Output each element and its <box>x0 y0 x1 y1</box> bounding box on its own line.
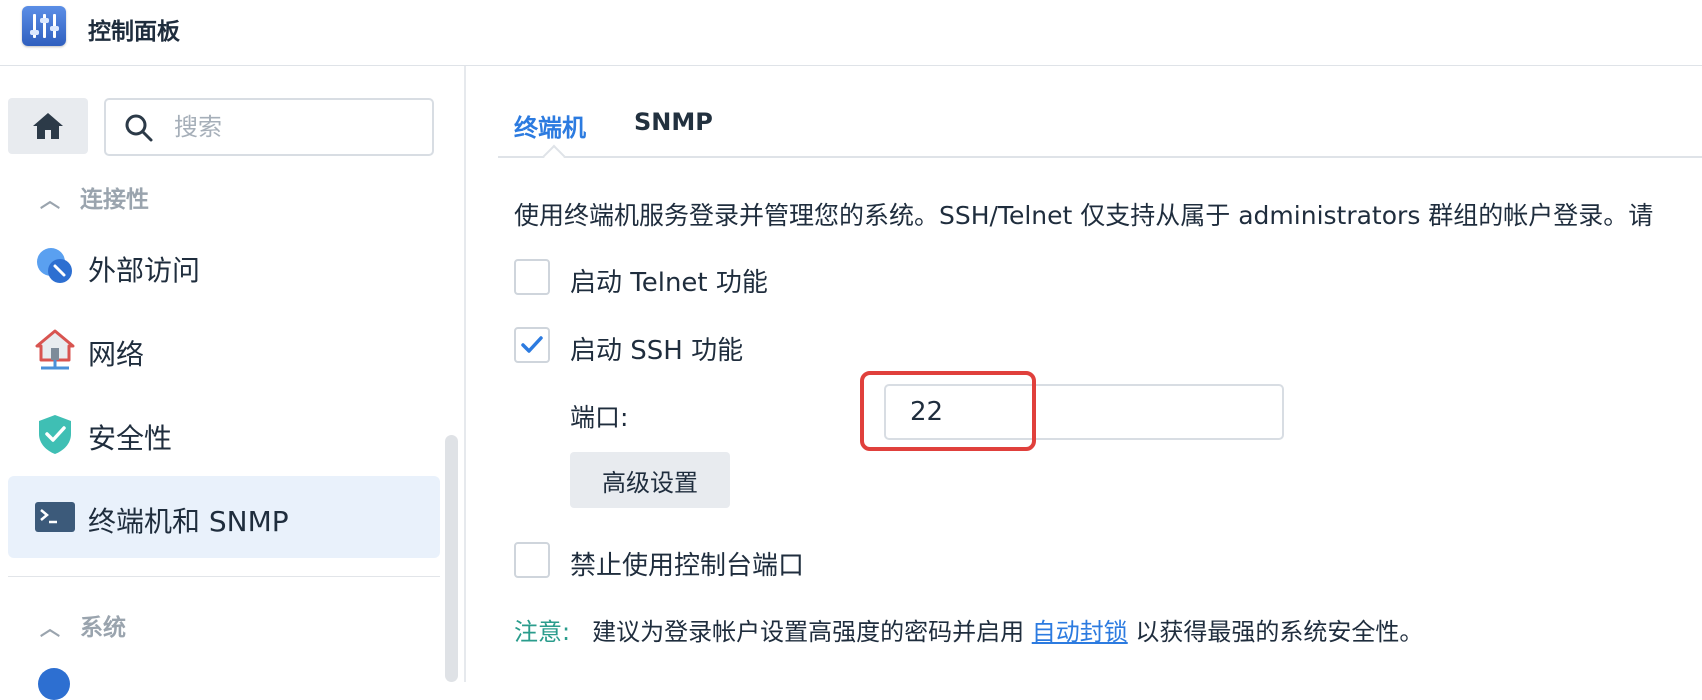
info-center-icon <box>38 668 70 700</box>
sidebar-item-security[interactable]: 安全性 <box>8 393 440 475</box>
tab-bar: 终端机 SNMP <box>498 66 1702 158</box>
note-text-end: 以获得最强的系统安全性。 <box>1127 618 1424 646</box>
telnet-checkbox[interactable] <box>514 259 550 295</box>
search-box[interactable] <box>104 98 434 156</box>
section-connectivity[interactable]: ︿ 连接性 <box>40 180 149 214</box>
chevron-up-icon: ︿ <box>40 188 60 212</box>
terminal-icon <box>35 502 75 532</box>
section-label: 系统 <box>80 615 126 641</box>
tab-terminal[interactable]: 终端机 <box>514 108 586 143</box>
console-port-checkbox[interactable] <box>514 542 550 578</box>
tab-underline <box>498 156 1702 158</box>
control-panel-icon <box>22 6 66 46</box>
search-input[interactable] <box>172 110 416 144</box>
port-label: 端口: <box>570 403 629 432</box>
chevron-up-icon: ︿ <box>40 616 60 640</box>
sidebar-scrollbar[interactable] <box>445 435 458 682</box>
sidebar-item-external-access[interactable]: 外部访问 <box>8 225 440 307</box>
tab-snmp[interactable]: SNMP <box>634 108 713 136</box>
telnet-label[interactable]: 启动 Telnet 功能 <box>570 262 768 299</box>
sidebar-item-label: 安全性 <box>88 422 173 455</box>
title-bar: 控制面板 <box>0 0 1702 66</box>
home-button[interactable] <box>8 98 88 154</box>
home-icon <box>33 113 63 139</box>
section-label: 连接性 <box>80 187 149 213</box>
external-access-icon <box>37 248 72 283</box>
port-highlight-box <box>860 371 1036 451</box>
sidebar-separator <box>8 576 440 577</box>
advanced-settings-button[interactable]: 高级设置 <box>570 452 730 508</box>
auto-block-link[interactable]: 自动封锁 <box>1032 618 1128 646</box>
note-text: 建议为登录帐户设置高强度的密码并启用 <box>592 618 1032 646</box>
sidebar-item-label: 外部访问 <box>88 254 201 287</box>
ssh-label[interactable]: 启动 SSH 功能 <box>570 330 743 367</box>
sidebar-item-network[interactable]: 网络 <box>8 309 440 391</box>
ssh-checkbox[interactable] <box>514 327 550 363</box>
checkmark-icon <box>521 336 543 353</box>
shield-icon <box>39 415 71 454</box>
sidebar-item-label: 网络 <box>88 338 145 371</box>
description-text: 使用终端机服务登录并管理您的系统。SSH/Telnet 仅支持从属于 admin… <box>514 201 1654 230</box>
sidebar-item-label: 终端机和 SNMP <box>88 505 289 538</box>
search-icon <box>125 114 153 142</box>
app-title: 控制面板 <box>88 19 180 45</box>
sidebar-item-terminal-snmp[interactable]: 终端机和 SNMP <box>8 476 440 558</box>
network-house-icon <box>35 329 75 370</box>
console-port-label[interactable]: 禁止使用控制台端口 <box>570 545 804 582</box>
note: 注意: 建议为登录帐户设置高强度的密码并启用 自动封锁 以获得最强的系统安全性。 <box>514 612 1423 647</box>
note-label: 注意: <box>514 618 571 646</box>
sidebar-divider <box>464 66 466 682</box>
section-system[interactable]: ︿ 系统 <box>40 608 126 642</box>
